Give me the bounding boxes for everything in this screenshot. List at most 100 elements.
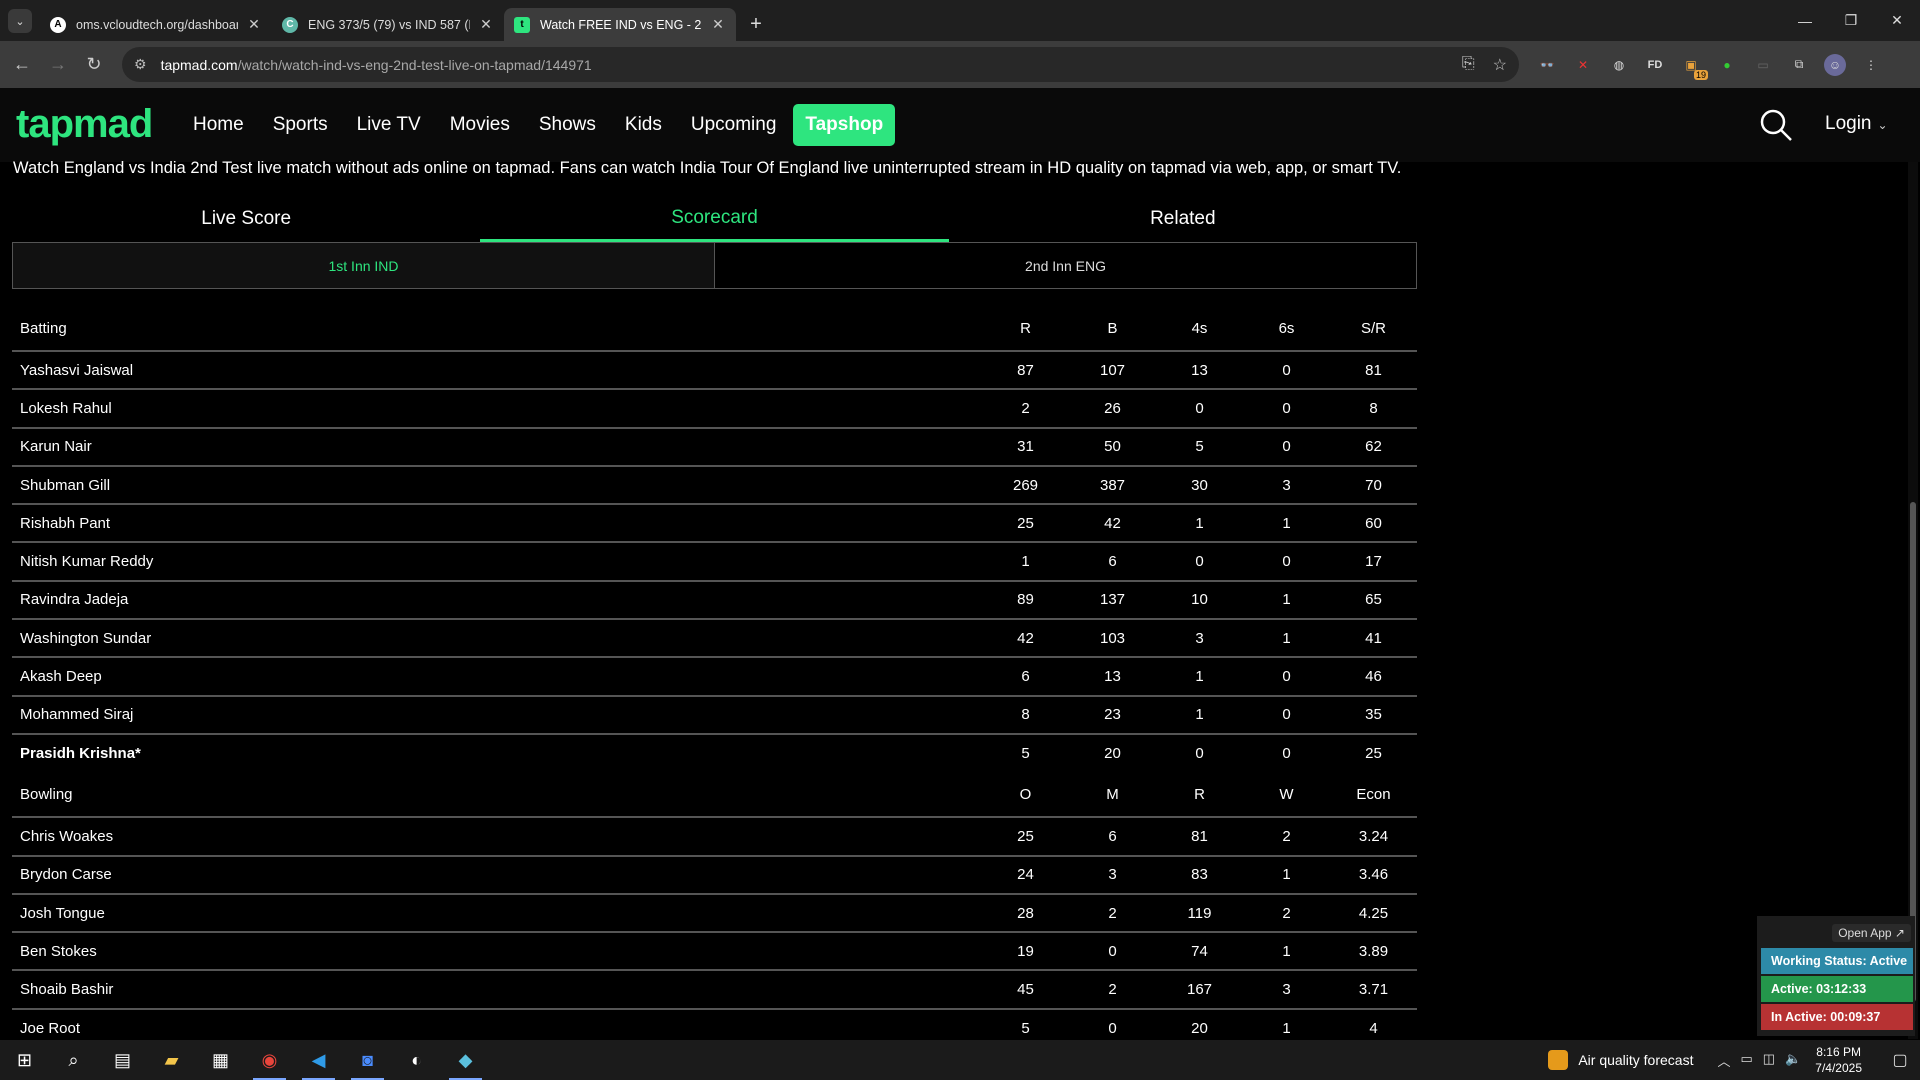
- extension-green-icon[interactable]: ●: [1716, 54, 1738, 76]
- nav-movies[interactable]: Movies: [450, 114, 510, 136]
- batting-row: Akash Deep 6 13 1 0 46: [12, 656, 1417, 696]
- extension-fd-icon[interactable]: FD: [1644, 54, 1666, 76]
- extension-globe-icon[interactable]: ◍: [1608, 54, 1630, 76]
- bowling-row: Ben Stokes 19 0 74 1 3.89: [12, 931, 1417, 971]
- browser-tab-2[interactable]: C ENG 373/5 (79) vs IND 587 (Ha ✕: [272, 8, 504, 41]
- open-app-button[interactable]: Open App ↗: [1832, 924, 1911, 942]
- tapmad-logo[interactable]: tapmad: [16, 102, 153, 147]
- volume-icon[interactable]: 🔈: [1785, 1051, 1801, 1070]
- batting-stat: 0: [1243, 388, 1330, 428]
- bowling-stat: 19: [982, 931, 1069, 971]
- profile-avatar[interactable]: ☺: [1824, 53, 1846, 76]
- batting-stat: 5: [982, 732, 1069, 773]
- extension-glasses-icon[interactable]: 👓: [1536, 54, 1558, 76]
- batting-stat: 1: [1156, 503, 1243, 543]
- nav-shows[interactable]: Shows: [539, 114, 596, 136]
- extensions-puzzle-icon[interactable]: ⧉: [1788, 54, 1810, 76]
- app-diamond-icon[interactable]: ◆: [441, 1040, 490, 1080]
- taskbar-clock[interactable]: 8:16 PM 7/4/2025: [1815, 1044, 1862, 1076]
- weather-label: Air quality forecast: [1578, 1052, 1694, 1068]
- tab-2nd-inn-eng[interactable]: 2nd Inn ENG: [715, 243, 1416, 288]
- back-icon[interactable]: ←: [4, 47, 40, 83]
- bowling-stat: 28: [982, 892, 1069, 933]
- taskbar-search-icon[interactable]: ⌕: [49, 1040, 98, 1080]
- bowling-row: Josh Tongue 28 2 119 2 4.25: [12, 892, 1417, 933]
- login-button[interactable]: Login ⌄: [1825, 113, 1888, 135]
- clock-date: 7/4/2025: [1815, 1061, 1862, 1075]
- tab-live-score[interactable]: Live Score: [12, 196, 480, 242]
- player-name: Ben Stokes: [12, 931, 982, 971]
- notification-icon[interactable]: ▢: [1880, 1050, 1920, 1070]
- batting-stat: 269: [982, 464, 1069, 505]
- window-controls: — ❐ ✕: [1782, 0, 1920, 41]
- bowling-stat: 1: [1243, 854, 1330, 894]
- extension-media-icon[interactable]: ▭: [1752, 54, 1774, 76]
- tab-scorecard[interactable]: Scorecard: [480, 196, 949, 242]
- close-tab-icon[interactable]: ✕: [710, 16, 726, 33]
- bookmark-star-icon[interactable]: ☆: [1493, 55, 1507, 75]
- tab-related[interactable]: Related: [949, 196, 1417, 242]
- network-icon[interactable]: ◫: [1763, 1051, 1775, 1070]
- vscode-icon[interactable]: ◀: [294, 1040, 343, 1080]
- close-window-icon[interactable]: ✕: [1874, 0, 1920, 41]
- bowling-header-cell: W: [1279, 785, 1294, 803]
- batting-stat: 8: [1330, 388, 1417, 428]
- page-scrollbar[interactable]: [1908, 162, 1918, 1039]
- bowling-stat: 2: [1243, 892, 1330, 933]
- store-icon[interactable]: ▦: [196, 1040, 245, 1080]
- windows-start-icon[interactable]: ⊞: [0, 1040, 49, 1080]
- nav-home[interactable]: Home: [193, 114, 244, 136]
- player-name: Josh Tongue: [12, 892, 982, 933]
- browser-menu-icon[interactable]: ⋮: [1860, 54, 1882, 76]
- bowling-header-cell: M: [1106, 785, 1119, 803]
- nav-sports[interactable]: Sports: [273, 114, 328, 136]
- file-explorer-icon[interactable]: ▰: [147, 1040, 196, 1080]
- bowling-stat: 6: [1108, 827, 1117, 845]
- browser-tab-3[interactable]: t Watch FREE IND vs ENG - 2nd T ✕: [504, 8, 736, 41]
- nav-live-tv[interactable]: Live TV: [357, 114, 421, 136]
- tray-chevron-icon[interactable]: ︿: [1717, 1051, 1730, 1070]
- batting-stat: 42: [982, 618, 1069, 658]
- install-app-icon[interactable]: ⎘: [1462, 55, 1475, 75]
- batting-row: Mohammed Siraj 8 23 1 0 35: [12, 694, 1417, 734]
- batting-row: Prasidh Krishna* 5 20 0 0 25: [12, 732, 1417, 773]
- extension-x-icon[interactable]: ✕: [1572, 54, 1594, 76]
- bowling-stat: 3.89: [1330, 931, 1417, 971]
- player-name: Karun Nair: [12, 426, 982, 466]
- forward-icon[interactable]: →: [40, 47, 76, 83]
- tab-1st-inn-ind[interactable]: 1st Inn IND: [13, 243, 715, 288]
- restore-icon[interactable]: ❐: [1828, 0, 1874, 41]
- browser-tab-1[interactable]: A oms.vcloudtech.org/dashboard ✕: [40, 8, 272, 41]
- batting-header-cell: 4s: [1191, 319, 1208, 337]
- battery-icon[interactable]: ▭: [1741, 1051, 1753, 1070]
- player-name: Shoaib Bashir: [12, 969, 982, 1009]
- minimize-icon[interactable]: —: [1782, 0, 1828, 41]
- tab-title: oms.vcloudtech.org/dashboard: [76, 17, 238, 32]
- player-name: Washington Sundar: [12, 618, 982, 658]
- weather-widget[interactable]: Air quality forecast: [1548, 1050, 1693, 1070]
- close-tab-icon[interactable]: ✕: [478, 16, 494, 33]
- app-drop-icon[interactable]: ◐: [392, 1040, 441, 1080]
- address-bar[interactable]: ⚙ tapmad.com/watch/watch-ind-vs-eng-2nd-…: [122, 47, 1519, 82]
- reload-icon[interactable]: ↻: [76, 47, 112, 83]
- innings-tabs: 1st Inn IND 2nd Inn ENG: [12, 242, 1417, 289]
- nav-upcoming[interactable]: Upcoming: [691, 114, 777, 136]
- close-tab-icon[interactable]: ✕: [246, 16, 262, 33]
- zoom-icon[interactable]: ◙: [343, 1040, 392, 1080]
- bowling-stat: 2: [1069, 969, 1156, 1009]
- extension-badge-icon[interactable]: ▣ 19: [1680, 54, 1708, 80]
- search-icon[interactable]: [1759, 108, 1793, 142]
- scorecard-table: Batting R B 4s 6s S/R Yashasvi Jaiswal 87 107 13 0…: [12, 306, 1417, 1048]
- new-tab-button[interactable]: +: [742, 10, 770, 38]
- nav-kids[interactable]: Kids: [625, 114, 662, 136]
- task-view-icon[interactable]: ▤: [98, 1040, 147, 1080]
- batting-stat: 50: [1069, 426, 1156, 466]
- batting-stat: 1: [1243, 579, 1330, 620]
- batting-header-cell: 6s: [1278, 319, 1295, 337]
- site-info-icon[interactable]: ⚙: [134, 56, 147, 73]
- chrome-icon[interactable]: ◉: [245, 1040, 294, 1080]
- batting-stat: 30: [1156, 464, 1243, 505]
- batting-stat: 0: [1156, 541, 1243, 581]
- tab-list-button[interactable]: ⌄: [8, 9, 32, 33]
- nav-tapshop-button[interactable]: Tapshop: [793, 104, 896, 146]
